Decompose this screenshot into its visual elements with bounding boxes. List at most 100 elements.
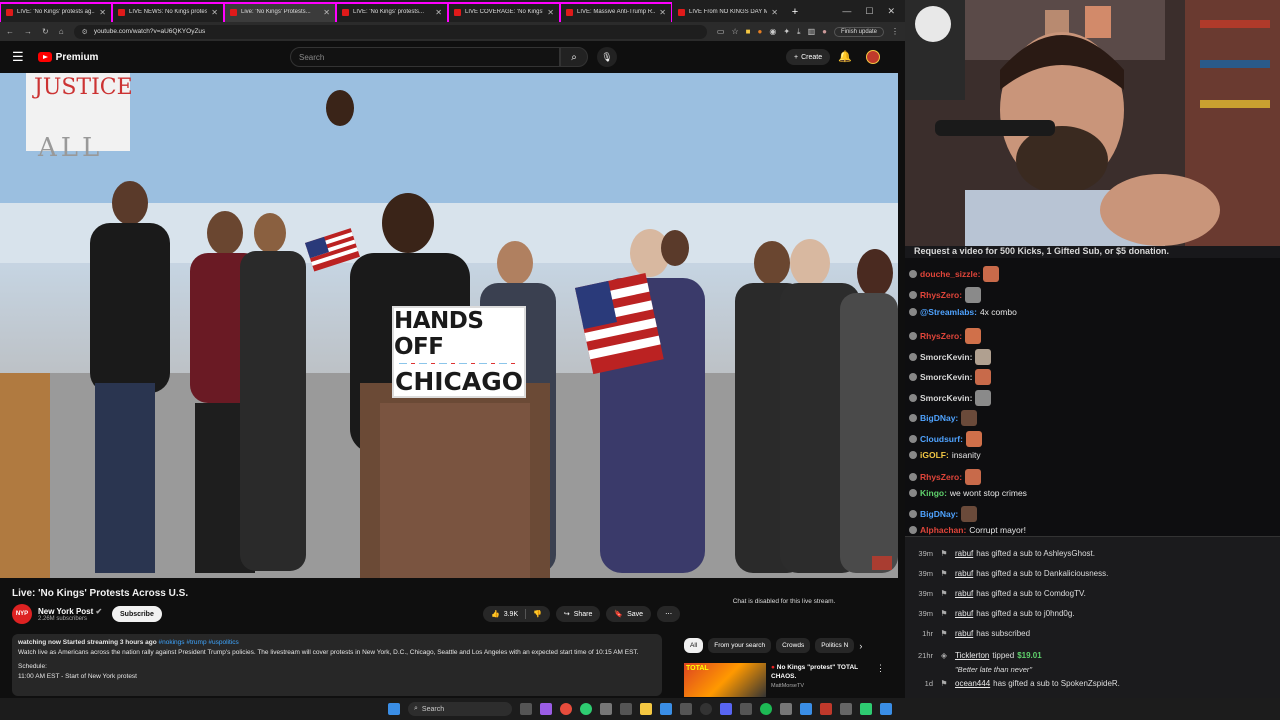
app-icon[interactable] [840,703,852,715]
site-info-icon[interactable]: ⚙ [82,28,88,36]
browser-tab-active[interactable]: Live: 'No Kings' Protests... ✕ [224,2,336,22]
extension-icon[interactable]: ■ [746,27,751,36]
chat-username[interactable]: Kingo: [920,488,947,498]
app-icon[interactable] [780,703,792,715]
channel-watermark[interactable] [872,556,892,570]
recommended-title[interactable]: No Kings "protest" TOTAL CHAOS. [771,664,858,680]
recommended-video[interactable]: TOTAL ● No Kings "protest" TOTAL CHAOS. M… [684,663,885,697]
file-explorer-icon[interactable] [640,703,652,715]
chat-username[interactable]: douche_sizzle: [920,269,980,279]
chrome-icon[interactable] [580,703,592,715]
more-options-icon[interactable]: ⋮ [876,663,885,697]
taskbar-search[interactable]: ⌕ Search [408,702,512,716]
close-tab-icon[interactable]: ✕ [435,8,442,17]
minimize-icon[interactable]: — [842,6,851,17]
chat-username[interactable]: Cloudsurf: [920,434,963,444]
app-icon[interactable] [680,703,692,715]
address-bar[interactable]: ⚙ youtube.com/watch?v=aU6QKYOyZus [73,24,707,39]
chevron-right-icon[interactable]: › [859,641,862,651]
browser-tab[interactable]: LIVE: 'No Kings' protests ag... ✕ [0,2,112,22]
event-username[interactable]: rabuf [955,629,973,638]
share-button[interactable]: ↪ Share [555,606,601,622]
puzzle-icon[interactable]: ✦ [783,27,790,36]
description-tags[interactable]: #nokings #trump #uspolitics [159,639,239,646]
browser-tab[interactable]: LIVE NEWS: No Kings protest... ✕ [112,2,224,22]
chat-username[interactable]: SmorcKevin: [920,393,972,403]
more-actions-icon[interactable]: ⋯ [657,606,681,622]
browser-tab[interactable]: LIVE: Massive Anti-Trump R... ✕ [560,2,672,22]
youtube-logo[interactable]: Premium [37,52,98,63]
cast-icon[interactable]: ▭ [717,27,725,36]
close-tab-icon[interactable]: ✕ [771,8,778,17]
close-tab-icon[interactable]: ✕ [547,8,554,17]
recommended-thumbnail[interactable]: TOTAL [684,663,766,697]
close-tab-icon[interactable]: ✕ [211,8,218,17]
chat-username[interactable]: RhysZero: [920,472,962,482]
windows-start-icon[interactable] [388,703,400,715]
chat-username[interactable]: BigDNay: [920,413,958,423]
extension-icon[interactable]: ◉ [769,27,776,36]
downloads-icon[interactable]: ⤓ [797,27,801,37]
obs-icon[interactable] [700,703,712,715]
hamburger-menu-icon[interactable]: ☰ [12,49,24,65]
chat-username[interactable]: @Streamlabs: [920,307,977,317]
discord-icon[interactable] [720,703,732,715]
chat-username[interactable]: RhysZero: [920,331,962,341]
app-icon[interactable] [660,703,672,715]
event-username[interactable]: rabuf [955,569,973,578]
chat-username[interactable]: BigDNay: [920,509,958,519]
chat-username[interactable]: SmorcKevin: [920,352,972,362]
video-player[interactable]: JUSTICE ALL HANDS OFF CHICAGO [0,73,898,578]
chip-politics[interactable]: Politics N [815,638,855,653]
app-icon[interactable] [820,703,832,715]
maximize-icon[interactable]: ☐ [865,6,873,17]
profile-icon[interactable]: ● [822,27,827,36]
split-view-icon[interactable]: ▥ [808,27,816,36]
chat-username[interactable]: RhysZero: [920,290,962,300]
account-avatar[interactable] [866,50,880,64]
app-icon[interactable] [860,703,872,715]
chrome-icon[interactable] [560,703,572,715]
more-menu-icon[interactable]: ⋮ [891,27,899,36]
chip-crowds[interactable]: Crowds [776,638,811,653]
spotify-icon[interactable] [760,703,772,715]
subscribe-button[interactable]: Subscribe [112,606,162,622]
close-tab-icon[interactable]: ✕ [323,8,330,17]
microphone-icon[interactable]: 🎙 [597,47,617,67]
like-button[interactable]: 👍 3.9K 👎 [483,606,550,622]
channel-avatar[interactable]: NYP [12,604,32,624]
reload-icon[interactable]: ↻ [42,27,49,36]
app-icon[interactable] [800,703,812,715]
app-icon[interactable] [620,703,632,715]
new-tab-icon[interactable]: + [788,5,802,19]
app-icon[interactable] [740,703,752,715]
browser-tab[interactable]: LIVE COVERAGE: 'No Kings'... ✕ [448,2,560,22]
search-icon[interactable]: ⌕ [560,47,588,67]
chat-username[interactable]: Alphachan: [920,525,966,535]
back-icon[interactable]: ← [6,27,14,36]
channel-name[interactable]: New York Post ✔ [38,607,102,616]
event-username[interactable]: rabuf [955,549,973,558]
app-icon[interactable] [880,703,892,715]
home-icon[interactable]: ⌂ [59,27,64,36]
notifications-bell-icon[interactable]: 🔔 [838,50,852,63]
browser-tab[interactable]: LIVE From NO KINGS DAY M... ✕ [672,2,784,22]
search-input[interactable]: Search [290,47,560,67]
app-icon[interactable] [540,703,552,715]
event-username[interactable]: ocean444 [955,679,990,688]
event-username[interactable]: rabuf [955,589,973,598]
chip-from-search[interactable]: From your search [708,638,772,653]
forward-icon[interactable]: → [24,27,32,36]
close-tab-icon[interactable]: ✕ [99,8,106,17]
chat-username[interactable]: iGOLF: [920,450,949,460]
create-button[interactable]: + Create [786,49,831,65]
chip-all[interactable]: All [684,638,704,653]
video-description[interactable]: watching now Started streaming 3 hours a… [12,634,662,696]
app-icon[interactable] [600,703,612,715]
finish-update-button[interactable]: Finish update [833,26,884,37]
thumbs-down-icon[interactable]: 👎 [533,610,542,618]
close-window-icon[interactable]: ✕ [887,6,895,17]
save-button[interactable]: 🔖 Save [606,606,652,622]
extension-icon[interactable]: ● [757,27,762,36]
chat-username[interactable]: SmorcKevin: [920,372,972,382]
